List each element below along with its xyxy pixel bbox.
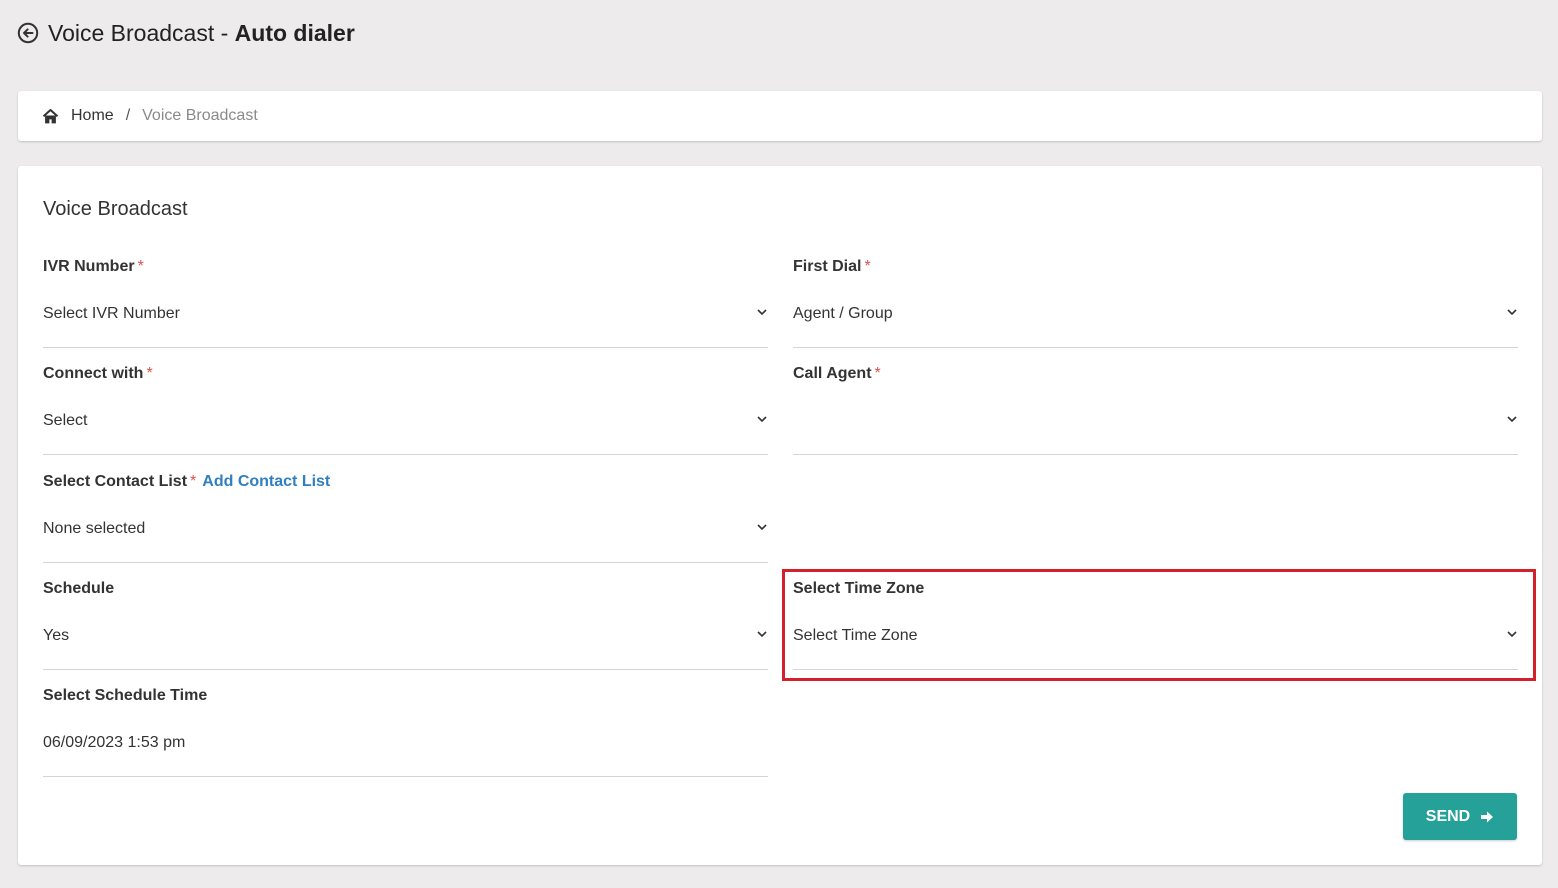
schedule-select[interactable]: Yes [43,622,768,670]
call-agent-label: Call Agent * [793,363,1518,385]
chevron-down-icon [1506,413,1518,425]
home-icon[interactable] [42,108,59,125]
contact-list-label: Select Contact List * Add Contact List [43,471,768,493]
time-zone-label: Select Time Zone [793,580,925,597]
schedule-time-input[interactable]: 06/09/2023 1:53 pm [43,729,768,777]
send-button[interactable]: SEND [1403,793,1517,840]
required-asterisk: * [864,258,871,275]
add-contact-list-link[interactable]: Add Contact List [202,473,330,490]
connect-with-select[interactable]: Select [43,407,768,455]
ivr-number-select[interactable]: Select IVR Number [43,300,768,348]
contact-list-select[interactable]: None selected [43,515,768,563]
connect-with-value: Select [43,412,88,429]
page-title-prefix: Voice Broadcast - [48,19,235,46]
breadcrumb-home-link[interactable]: Home [71,107,114,125]
call-agent-select[interactable] [793,407,1518,455]
schedule-value: Yes [43,627,70,644]
schedule-label: Schedule [43,580,115,597]
chevron-down-icon [756,413,768,425]
page-title: Voice Broadcast - Auto dialer [48,20,355,47]
first-dial-label: First Dial * [793,256,1518,278]
arrow-right-icon [1480,810,1494,824]
breadcrumb-current: Voice Broadcast [142,107,258,124]
ivr-number-label-text: IVR Number [43,258,135,275]
ivr-number-label: IVR Number * [43,256,768,278]
contact-list-field: Select Contact List * Add Contact List Non… [43,471,768,563]
time-zone-value: Select Time Zone [793,627,918,644]
connect-with-field: Connect with * Select [43,363,768,455]
required-asterisk: * [190,473,197,490]
breadcrumb: Home / Voice Broadcast [18,91,1542,141]
chevron-down-icon [756,306,768,318]
required-asterisk: * [146,365,153,382]
contact-list-value: None selected [43,520,146,537]
connect-with-label: Connect with * [43,363,768,385]
required-asterisk: * [874,365,881,382]
first-dial-field: First Dial * Agent / Group [793,256,1518,348]
connect-with-label-text: Connect with [43,365,144,382]
page-title-bold: Auto dialer [234,19,355,46]
schedule-time-label: Select Schedule Time [43,687,208,704]
chevron-down-icon [756,521,768,533]
time-zone-select[interactable]: Select Time Zone [793,622,1518,670]
voice-broadcast-form: Voice Broadcast IVR Number * Select IVR N… [18,166,1542,865]
page-header: Voice Broadcast - Auto dialer [17,18,355,48]
schedule-field: Schedule Yes [43,578,768,670]
chevron-down-icon [1506,306,1518,318]
required-asterisk: * [137,258,144,275]
schedule-time-value: 06/09/2023 1:53 pm [43,734,186,751]
first-dial-value: Agent / Group [793,305,893,322]
first-dial-label-text: First Dial [793,258,862,275]
breadcrumb-separator: / [125,107,131,124]
arrow-circle-left-icon[interactable] [17,22,39,44]
call-agent-field: Call Agent * [793,363,1518,455]
contact-list-label-text: Select Contact List [43,473,188,490]
time-zone-field: Select Time Zone Select Time Zone [793,578,1518,670]
first-dial-select[interactable]: Agent / Group [793,300,1518,348]
chevron-down-icon [756,628,768,640]
ivr-number-field: IVR Number * Select IVR Number [43,256,768,348]
schedule-time-field: Select Schedule Time 06/09/2023 1:53 pm [43,685,768,777]
form-title: Voice Broadcast [43,198,188,220]
ivr-number-value: Select IVR Number [43,305,180,322]
call-agent-label-text: Call Agent [793,365,872,382]
chevron-down-icon [1506,628,1518,640]
send-button-label: SEND [1425,807,1471,825]
